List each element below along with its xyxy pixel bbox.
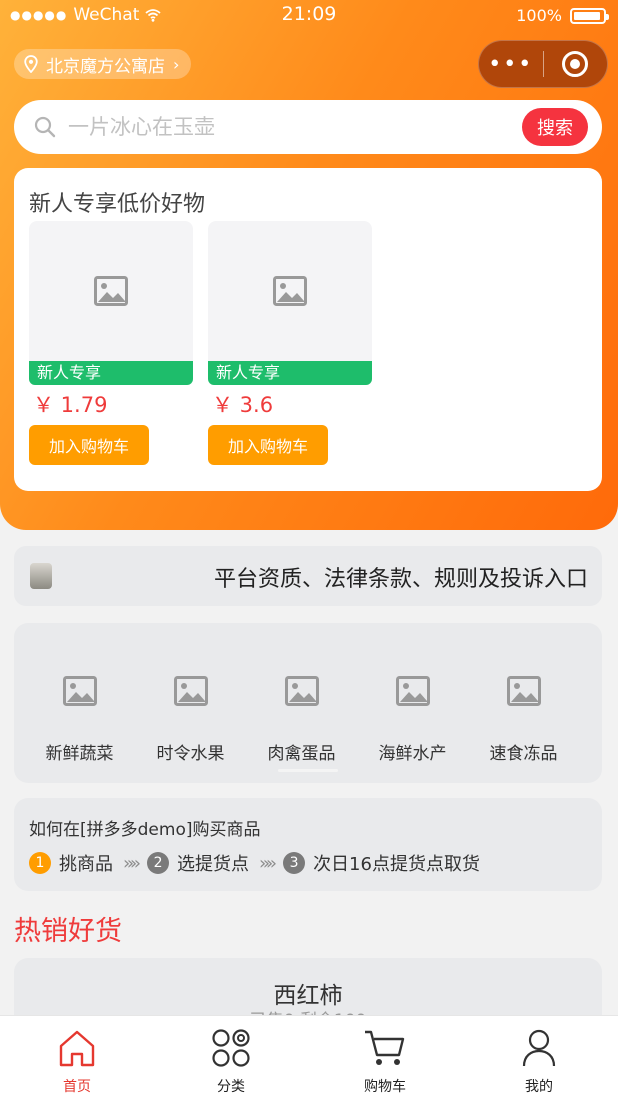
- store-name: 北京魔方公寓店: [46, 56, 165, 77]
- close-miniprogram-button[interactable]: [544, 51, 608, 77]
- battery-icon: [570, 7, 609, 24]
- product-image[interactable]: [29, 221, 193, 361]
- tab-home[interactable]: 首页: [0, 1028, 154, 1096]
- notice-avatar: [30, 563, 52, 589]
- image-placeholder-icon: [506, 676, 541, 706]
- tab-cart[interactable]: 购物车: [308, 1028, 462, 1096]
- category-label: 新鲜蔬菜: [45, 744, 114, 764]
- image-placeholder-icon: [273, 276, 307, 306]
- search-input[interactable]: [68, 115, 508, 139]
- double-chevron-icon: »»: [259, 852, 277, 874]
- new-user-title: 新人专享低价好物: [29, 192, 206, 217]
- step-number: 3: [283, 852, 306, 874]
- category-item[interactable]: 新鲜蔬菜: [24, 673, 135, 764]
- category-item[interactable]: 时令水果: [135, 673, 246, 764]
- double-chevron-icon: »»: [123, 852, 141, 874]
- product-image[interactable]: [208, 221, 372, 361]
- category-grid: 新鲜蔬菜 时令水果 肉禽蛋品 海鲜水产 速食冻品: [14, 623, 602, 783]
- store-location-selector[interactable]: 北京魔方公寓店 ›: [14, 49, 192, 79]
- how-to-buy-section: 如何在[拼多多demo]购买商品 1 挑商品 »» 2 选提货点 »» 3 次日…: [14, 798, 602, 891]
- category-scroll-indicator: [278, 769, 338, 772]
- image-placeholder-icon: [284, 676, 319, 706]
- category-label: 肉禽蛋品: [267, 744, 336, 764]
- product-price: ￥ 1.79: [33, 393, 108, 417]
- image-placeholder-icon: [94, 276, 128, 306]
- hot-section-title: 热销好货: [14, 916, 122, 947]
- tab-profile[interactable]: 我的: [462, 1028, 616, 1096]
- location-pin-icon: [24, 55, 38, 73]
- profile-icon: [522, 1029, 556, 1067]
- image-placeholder-icon: [173, 676, 208, 706]
- add-to-cart-button[interactable]: 加入购物车: [208, 425, 328, 465]
- category-label: 海鲜水产: [378, 744, 447, 764]
- category-item[interactable]: 肉禽蛋品: [246, 673, 357, 764]
- tab-label: 我的: [525, 1079, 553, 1095]
- how-to-buy-title: 如何在[拼多多demo]购买商品: [29, 820, 261, 840]
- tab-label: 首页: [63, 1079, 91, 1095]
- add-to-cart-button[interactable]: 加入购物车: [29, 425, 149, 465]
- hot-product-name: 西红柿: [273, 983, 343, 1009]
- category-item[interactable]: 速食冻品: [468, 673, 579, 764]
- category-icon: [212, 1029, 250, 1067]
- search-button[interactable]: 搜索: [522, 108, 588, 146]
- miniprogram-capsule: •••: [478, 40, 608, 88]
- search-icon: [30, 112, 60, 142]
- step-label: 次日16点提货点取货: [313, 854, 480, 875]
- step-label: 挑商品: [59, 854, 113, 875]
- image-placeholder-icon: [62, 676, 97, 706]
- category-item[interactable]: 海鲜水产: [357, 673, 468, 764]
- step-number: 1: [29, 852, 51, 874]
- platform-notice-bar[interactable]: 平台资质、法律条款、规则及投诉入口: [14, 546, 602, 606]
- category-label: 时令水果: [156, 744, 225, 764]
- bottom-tab-bar: 首页 分类 购物车 我的: [0, 1015, 618, 1099]
- step-number: 2: [147, 852, 170, 874]
- new-user-tag: 新人专享: [29, 361, 193, 385]
- target-icon: [562, 51, 589, 77]
- tab-label: 购物车: [364, 1079, 406, 1095]
- notice-text: 平台资质、法律条款、规则及投诉入口: [213, 567, 588, 592]
- tab-category[interactable]: 分类: [154, 1028, 308, 1096]
- more-menu-icon[interactable]: •••: [479, 52, 543, 77]
- category-label: 速食冻品: [489, 744, 558, 764]
- product-card[interactable]: 新人专享 ￥ 1.79 加入购物车: [29, 221, 193, 465]
- battery-percent: 100%: [516, 6, 562, 25]
- home-icon: [59, 1030, 95, 1067]
- purchase-steps: 1 挑商品 »» 2 选提货点 »» 3 次日16点提货点取货: [29, 850, 480, 876]
- new-user-tag: 新人专享: [208, 361, 372, 385]
- product-price: ￥ 3.6: [212, 393, 274, 417]
- step-label: 选提货点: [177, 854, 250, 875]
- chevron-right-icon: ›: [173, 54, 180, 74]
- tab-label: 分类: [217, 1079, 245, 1095]
- new-user-section: 新人专享低价好物 新人专享 ￥ 1.79 加入购物车 新人专享 ￥ 3.6 加入…: [14, 168, 602, 491]
- image-placeholder-icon: [395, 676, 430, 706]
- status-bar: ●●●●● WeChat 21:09 100%: [0, 0, 618, 32]
- product-card[interactable]: 新人专享 ￥ 3.6 加入购物车: [208, 221, 372, 465]
- cart-icon: [365, 1030, 405, 1065]
- search-bar: 搜索: [14, 100, 602, 154]
